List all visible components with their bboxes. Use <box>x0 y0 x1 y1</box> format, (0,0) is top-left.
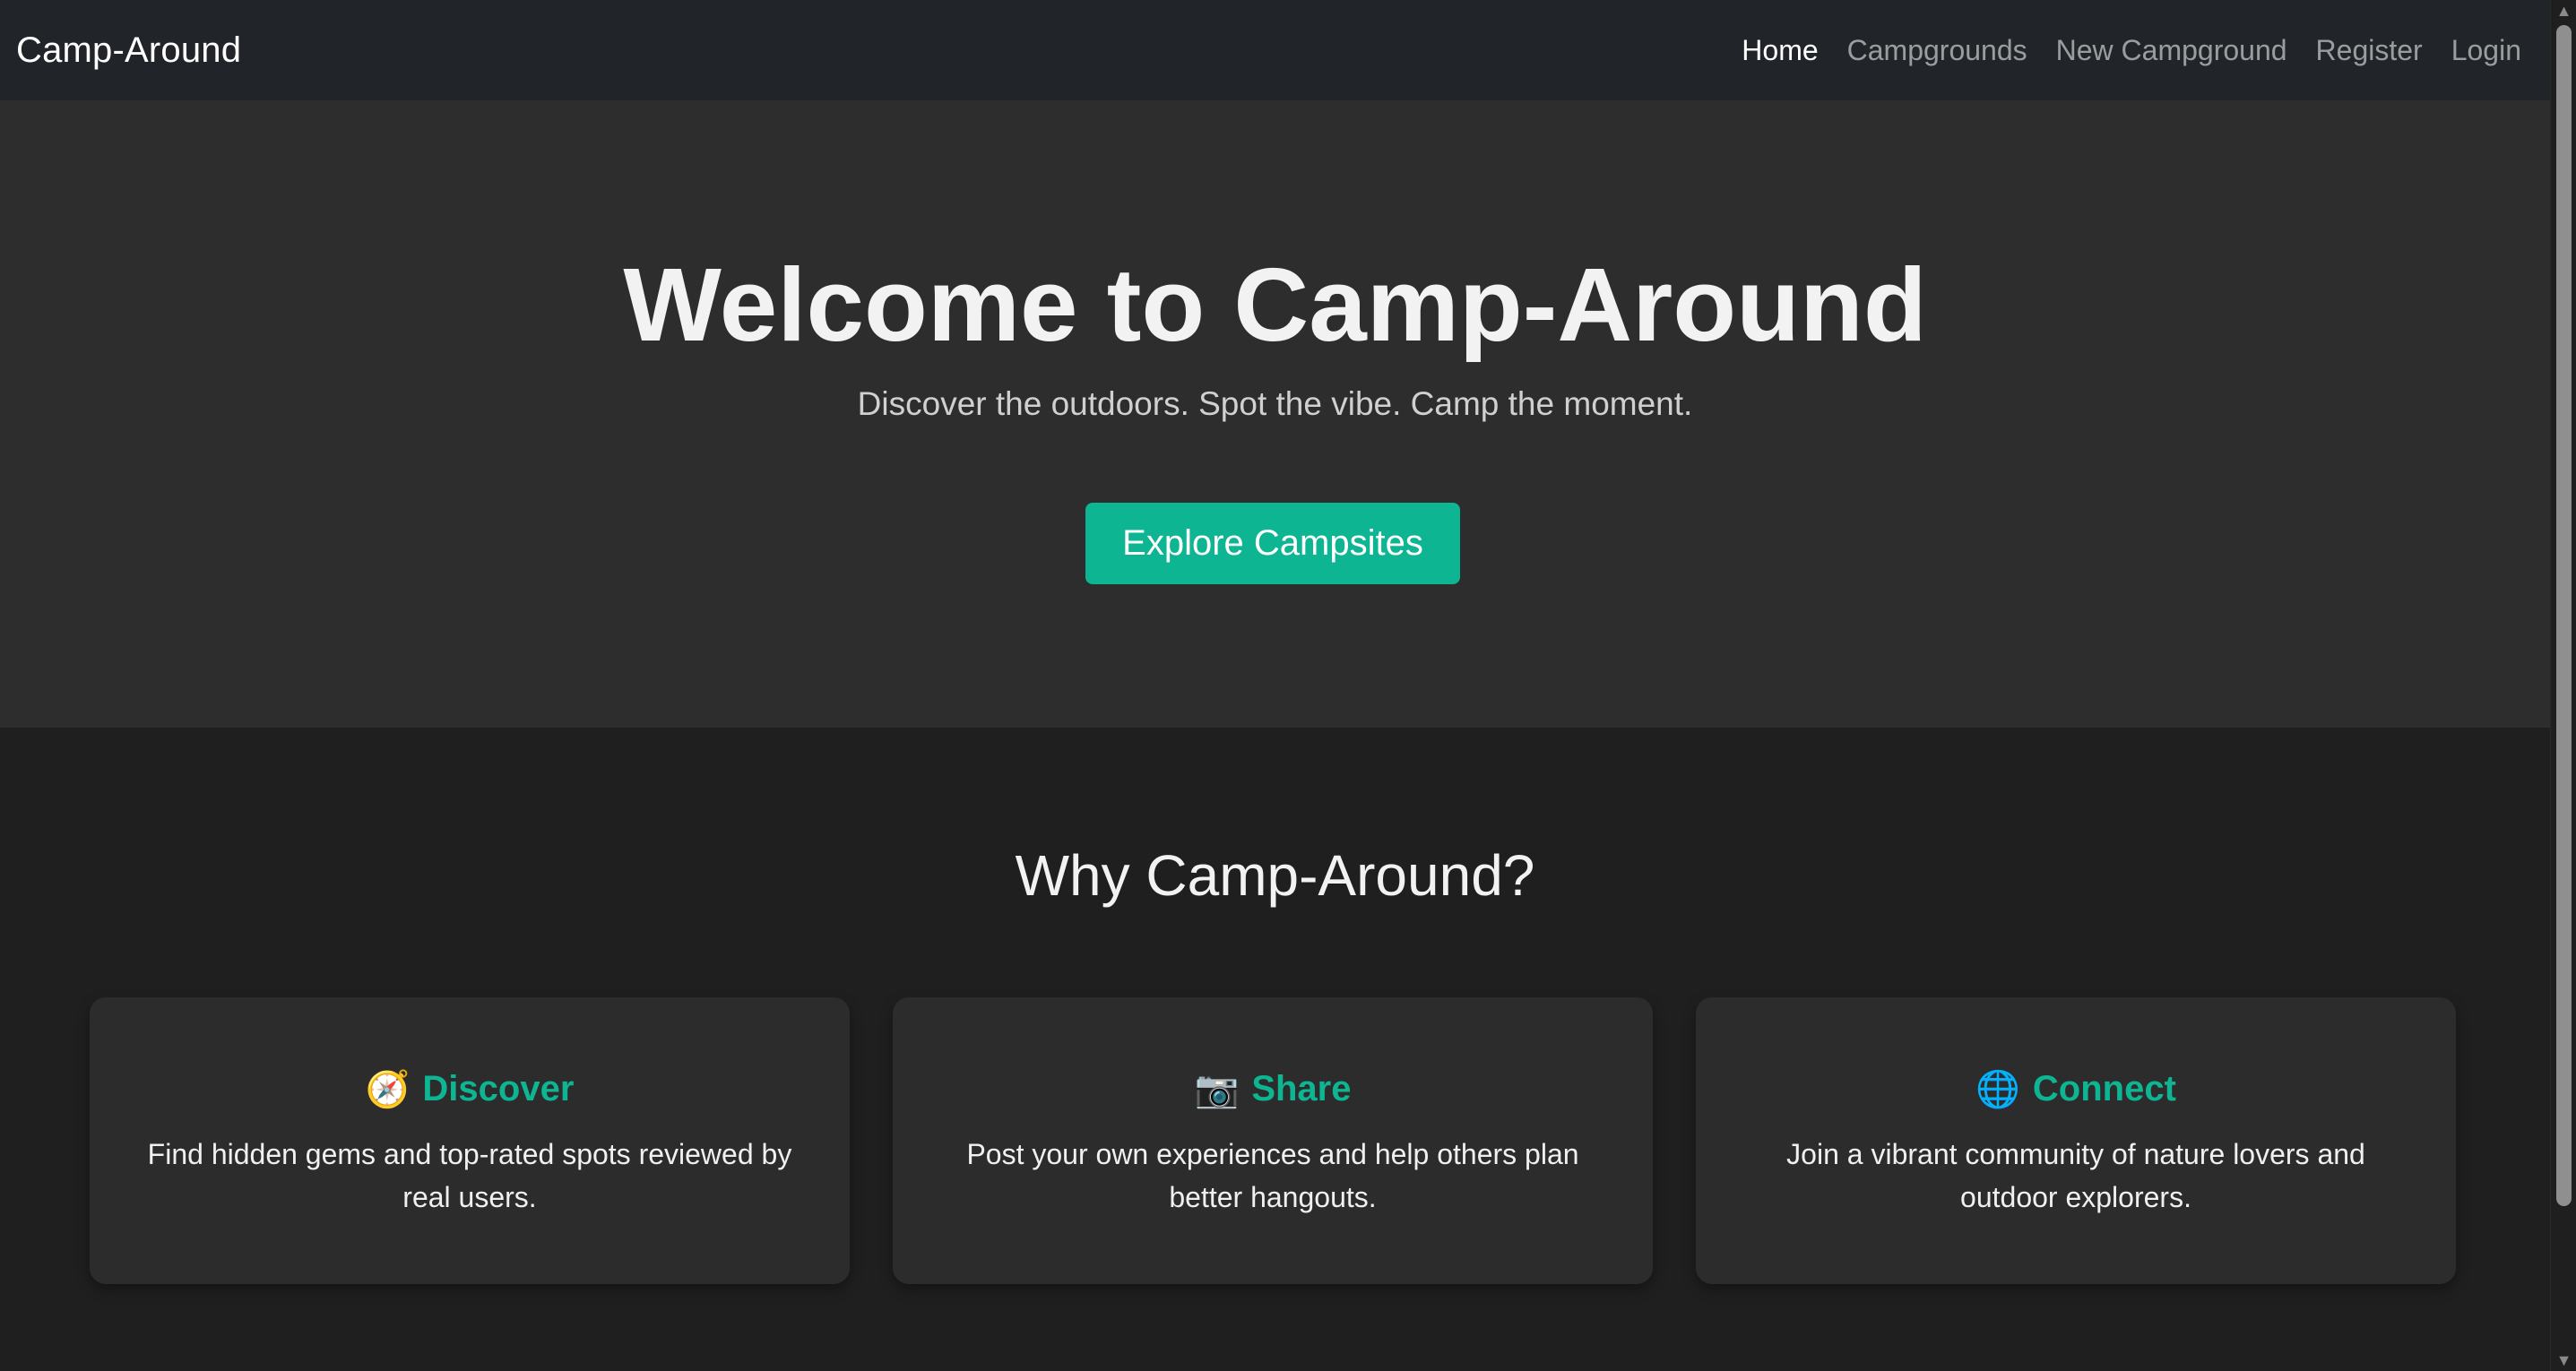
card-heading: 🌐 Connect <box>1750 1069 2402 1109</box>
feature-card-discover: 🧭 Discover Find hidden gems and top-rate… <box>90 997 850 1284</box>
card-text: Find hidden gems and top-rated spots rev… <box>147 1138 792 1213</box>
card-heading: 🧭 Discover <box>143 1069 796 1109</box>
feature-card-connect: 🌐 Connect Join a vibrant community of na… <box>1696 997 2456 1284</box>
nav-link-register[interactable]: Register <box>2316 34 2423 67</box>
scroll-up-arrow-icon[interactable]: ▲ <box>2551 0 2576 22</box>
hero-section: Welcome to Camp-Around Discover the outd… <box>0 100 2550 728</box>
globe-icon: 🌐 <box>1975 1069 2020 1109</box>
page: Camp-Around Home Campgrounds New Campgro… <box>0 0 2576 1371</box>
card-title: Connect <box>2032 1069 2176 1108</box>
card-title: Share <box>1251 1069 1352 1108</box>
camera-icon: 📷 <box>1194 1069 1240 1109</box>
vertical-scrollbar[interactable]: ▲ ▼ <box>2550 0 2576 1371</box>
navbar: Camp-Around Home Campgrounds New Campgro… <box>0 0 2550 100</box>
nav-link-campgrounds[interactable]: Campgrounds <box>1847 34 2027 67</box>
hero-title: Welcome to Camp-Around <box>623 246 1927 363</box>
feature-card-share: 📷 Share Post your own experiences and he… <box>893 997 1653 1284</box>
scrollbar-thumb[interactable] <box>2556 25 2572 1206</box>
card-title: Discover <box>422 1069 575 1108</box>
compass-icon: 🧭 <box>365 1069 411 1109</box>
card-text: Join a vibrant community of nature lover… <box>1786 1138 2365 1213</box>
nav-links: Home Campgrounds New Campground Register… <box>1742 34 2534 67</box>
card-heading: 📷 Share <box>947 1069 1599 1109</box>
hero-subtitle: Discover the outdoors. Spot the vibe. Ca… <box>857 385 1693 422</box>
nav-link-home[interactable]: Home <box>1742 34 1818 67</box>
features-title: Why Camp-Around? <box>1015 843 1535 908</box>
nav-link-new-campground[interactable]: New Campground <box>2056 34 2287 67</box>
nav-link-login[interactable]: Login <box>2451 34 2521 67</box>
scroll-down-arrow-icon[interactable]: ▼ <box>2551 1349 2576 1371</box>
explore-campsites-button[interactable]: Explore Campsites <box>1085 503 1460 584</box>
brand-link[interactable]: Camp-Around <box>16 30 241 71</box>
card-text: Post your own experiences and help other… <box>966 1138 1579 1213</box>
